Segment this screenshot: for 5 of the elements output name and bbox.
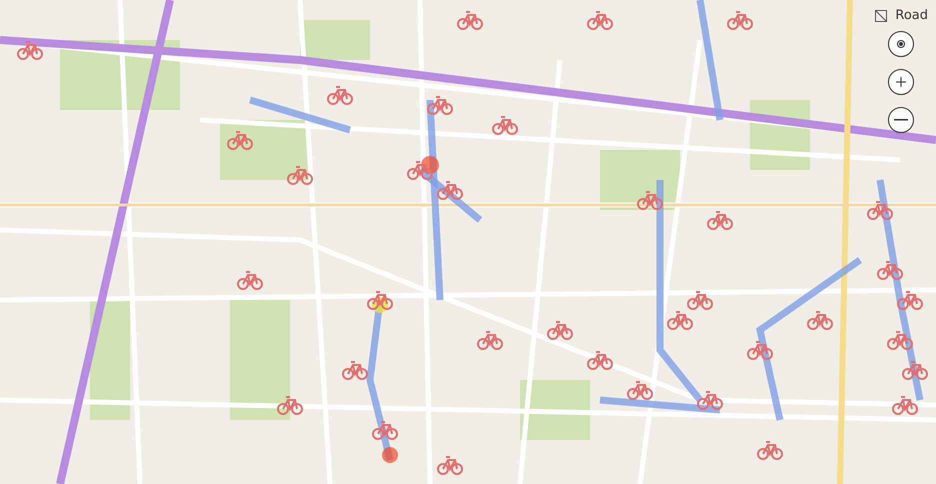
map-icon: [875, 10, 888, 22]
plus-icon: [894, 75, 908, 89]
minus-icon: [894, 119, 908, 121]
target-icon: [894, 37, 908, 51]
map-style-button[interactable]: Road: [895, 8, 928, 23]
